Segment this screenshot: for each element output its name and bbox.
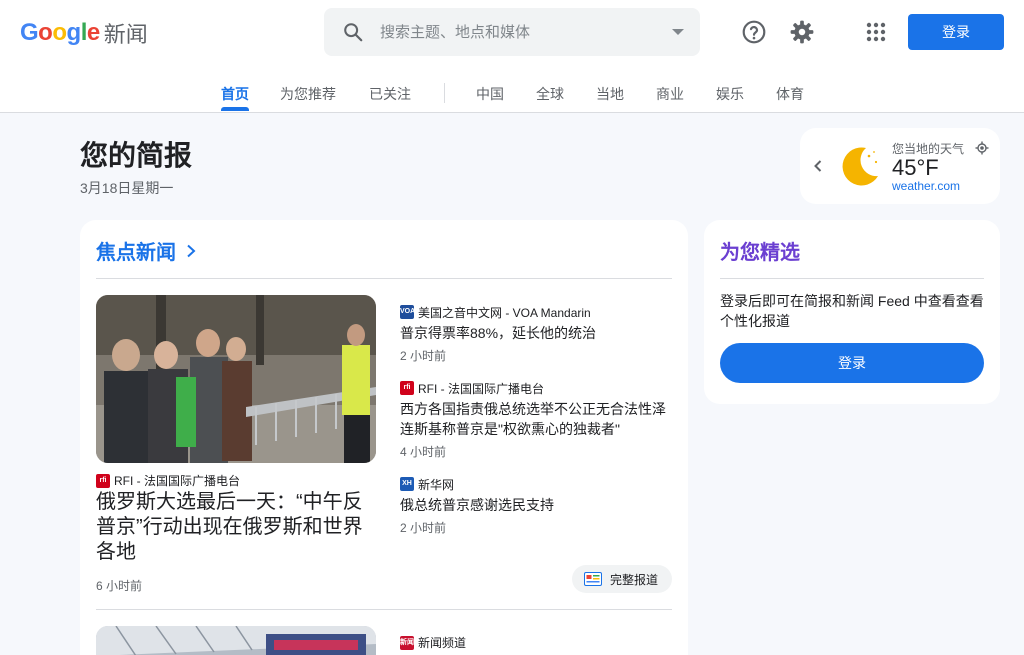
divider [720, 278, 984, 279]
tab-following[interactable]: 已关注 [369, 84, 411, 104]
active-tab-indicator [221, 107, 249, 111]
tab-business[interactable]: 商业 [656, 84, 684, 104]
source-name: 新华网 [418, 477, 455, 492]
voa-logo-icon: VOA [400, 305, 415, 319]
tab-for-you[interactable]: 为您推荐 [280, 84, 336, 104]
weather-temperature: 45°F [892, 155, 939, 180]
logo-google-text: Google [20, 19, 100, 46]
tab-local[interactable]: 当地 [596, 84, 624, 104]
top-stories-title[interactable]: 焦点新闻 [96, 236, 176, 265]
top-stories-header[interactable]: 焦点新闻 [96, 236, 198, 265]
story-time: 2 小时前 [400, 521, 447, 535]
story-source: rfi RFI - 法国国际广播电台 [400, 380, 672, 396]
chevron-left-icon[interactable] [812, 158, 824, 174]
tab-entertainment[interactable]: 娱乐 [716, 84, 744, 104]
weather-widget[interactable]: 您当地的天气 45°F weather.com [800, 128, 1000, 204]
source-name: 美国之音中文网 - VOA Mandarin [418, 305, 591, 320]
logo-suffix: 新闻 [103, 22, 148, 47]
story-item[interactable]: XH 新华网 俄总统普京感谢选民支持 2 小时前 [400, 476, 672, 536]
story-time: 2 小时前 [400, 349, 447, 363]
tab-home[interactable]: 首页 [221, 84, 249, 104]
tab-world[interactable]: 全球 [536, 84, 564, 104]
tab-sports[interactable]: 体育 [776, 84, 804, 104]
lead-story-title[interactable]: 俄罗斯大选最后一天：“中午反普京”行动出现在俄罗斯和世界各地 [96, 490, 376, 565]
help-icon[interactable] [741, 19, 767, 45]
story-source: VOA 美国之音中文网 - VOA Mandarin [400, 304, 672, 320]
picks-for-you-card: 为您精选 登录后即可在简报和新闻 Feed 中查看查看个性化报道 登录 [704, 220, 1000, 404]
crescent-moon-icon [842, 147, 878, 186]
full-coverage-icon [584, 572, 602, 586]
picks-description: 登录后即可在简报和新闻 Feed 中查看查看个性化报道 [720, 293, 984, 329]
google-news-logo[interactable]: Google 新闻 [20, 18, 148, 48]
story-title[interactable]: 普京得票率88%，延长他的统治 [400, 323, 672, 343]
top-stories-card: 焦点新闻 rfi RFI - 法国国际广播电台 俄罗斯大选最后一天：“中午反普京… [80, 220, 688, 655]
picks-title: 为您精选 [720, 242, 800, 264]
second-story-image[interactable] [96, 626, 376, 655]
source-name: RFI - 法国国际广播电台 [114, 474, 240, 488]
page-title: 您的简报 [80, 140, 193, 171]
search-box[interactable] [324, 8, 700, 56]
full-coverage-label: 完整报道 [610, 572, 659, 587]
search-icon[interactable] [342, 21, 364, 43]
tab-divider [444, 83, 445, 103]
picks-signin-button[interactable]: 登录 [720, 343, 984, 383]
top-bar: Google 新闻 搜索主题、地点和媒体 登录 首页 为您推荐 已关注 中国 全… [0, 0, 1024, 113]
story-item[interactable]: rfi RFI - 法国国际广播电台 西方各国指责俄总统选举不公正无合法性泽连斯… [400, 380, 672, 460]
briefing-date: 3月18日星期一 [80, 180, 174, 196]
gear-icon[interactable] [789, 19, 815, 45]
story-title[interactable]: 俄总统普京感谢选民支持 [400, 495, 672, 515]
source-name: RFI - 法国国际广播电台 [418, 381, 544, 396]
lead-story-time: 6 小时前 [96, 579, 143, 593]
tab-china[interactable]: 中国 [476, 84, 504, 104]
apps-grid-icon[interactable] [865, 21, 887, 43]
search-input[interactable] [380, 8, 660, 56]
divider [96, 609, 672, 610]
news-channel-logo-icon: 新闻 [400, 635, 414, 650]
search-options-dropdown-icon[interactable] [672, 29, 684, 35]
story-source[interactable]: 新闻 新闻频道 [400, 634, 466, 651]
location-icon[interactable] [975, 141, 989, 155]
story-title[interactable]: 西方各国指责俄总统选举不公正无合法性泽连斯基称普京是"权欲熏心的独裁者" [400, 399, 672, 439]
source-name: 新闻频道 [418, 636, 467, 650]
lead-story-source[interactable]: rfi RFI - 法国国际广播电台 [96, 472, 240, 489]
xinhua-logo-icon: XH [400, 477, 414, 491]
story-item[interactable]: VOA 美国之音中文网 - VOA Mandarin 普京得票率88%，延长他的… [400, 304, 672, 364]
signin-button[interactable]: 登录 [908, 14, 1004, 50]
story-time: 4 小时前 [400, 445, 447, 459]
rfi-logo-icon: rfi [400, 381, 414, 395]
full-coverage-button[interactable]: 完整报道 [572, 565, 672, 593]
lead-story-image[interactable] [96, 295, 376, 463]
divider [96, 278, 672, 279]
weather-source-link[interactable]: weather.com [892, 179, 960, 193]
rfi-logo-icon: rfi [96, 473, 110, 488]
chevron-right-icon[interactable] [184, 243, 198, 259]
story-source: XH 新华网 [400, 476, 672, 492]
section-tabs: 首页 为您推荐 已关注 中国 全球 当地 商业 娱乐 体育 [0, 78, 1024, 112]
